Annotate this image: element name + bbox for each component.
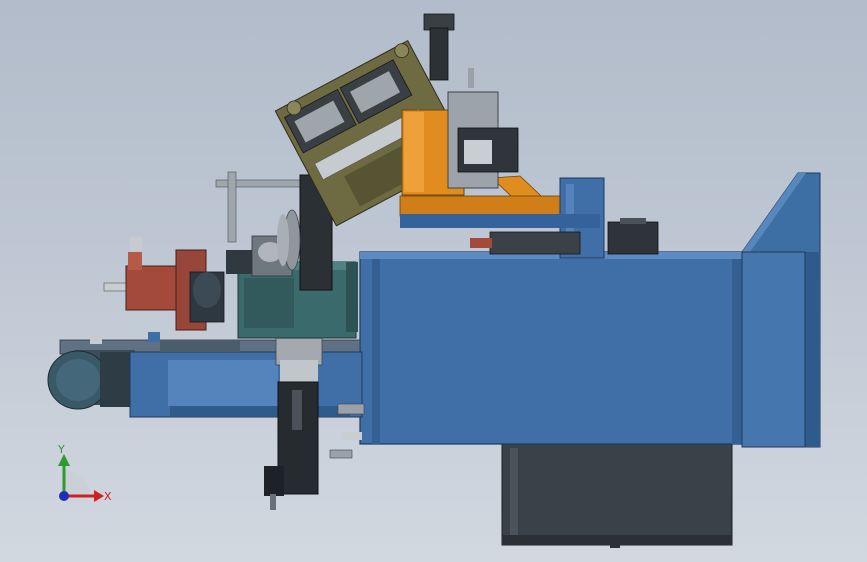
lower-left-frame bbox=[129, 340, 363, 418]
machine-assembly-model[interactable]: Y X bbox=[0, 0, 867, 562]
gray-cylinder-block bbox=[447, 91, 519, 189]
y-axis-label: Y bbox=[57, 443, 65, 456]
lower-enclosure bbox=[501, 439, 733, 548]
z-axis-dot bbox=[59, 491, 69, 501]
x-axis-arrow bbox=[94, 490, 104, 502]
coordinate-triad: Y X bbox=[57, 443, 112, 503]
left-clamp-block bbox=[103, 237, 225, 331]
cad-viewport[interactable]: Y X bbox=[0, 0, 867, 562]
vertical-post bbox=[423, 13, 474, 88]
main-blue-housing bbox=[359, 251, 806, 448]
x-axis-label: X bbox=[104, 490, 112, 503]
